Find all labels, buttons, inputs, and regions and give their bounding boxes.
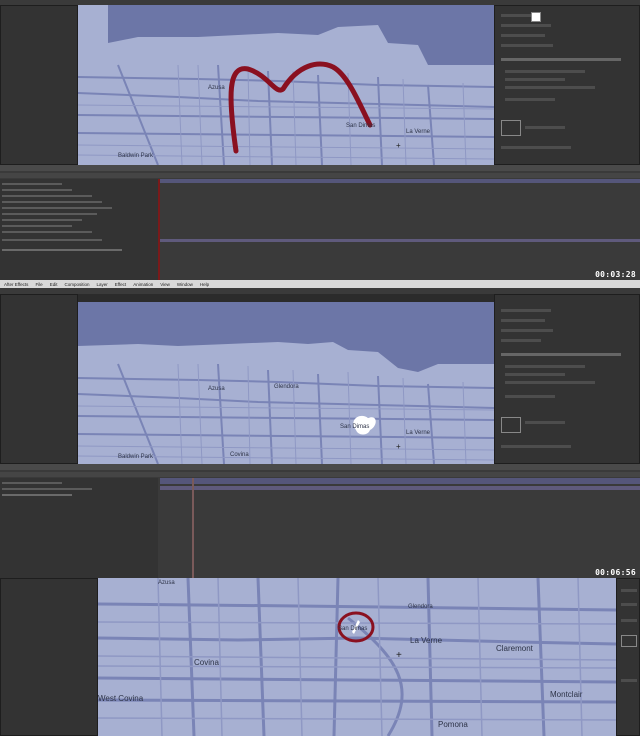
map-label: San Dimas xyxy=(340,424,370,430)
map-label: Glendora xyxy=(274,384,299,390)
effects-panel[interactable] xyxy=(494,5,640,165)
map-label: Baldwin Park xyxy=(118,454,154,460)
menu-effect[interactable]: Effect xyxy=(115,282,126,287)
map-label: San Dimas xyxy=(346,123,376,129)
current-time-indicator[interactable] xyxy=(192,478,194,578)
layer-list[interactable] xyxy=(0,478,158,578)
crosshair-icon: + xyxy=(396,141,401,150)
menu-window[interactable]: Window xyxy=(177,282,193,287)
current-time-indicator[interactable] xyxy=(158,179,160,280)
map-label: Claremont xyxy=(496,644,533,653)
map-label: La Verne xyxy=(406,129,431,135)
map-label: Azusa xyxy=(208,85,225,91)
composition-viewer[interactable]: Azusa Glendora San Dimas La Verne Clarem… xyxy=(98,578,616,736)
timeline-tabs[interactable] xyxy=(0,464,640,470)
effects-panel[interactable] xyxy=(494,294,640,464)
composition-viewer[interactable]: Azusa Glendora San Dimas La Verne Covina… xyxy=(78,302,494,464)
menu-animation[interactable]: Animation xyxy=(133,282,153,287)
menu-help[interactable]: Help xyxy=(200,282,209,287)
map-canvas xyxy=(98,578,616,736)
map-label: Azusa xyxy=(208,386,225,392)
map-label: West Covina xyxy=(98,694,144,703)
menu-app[interactable]: After Effects xyxy=(4,282,28,287)
menu-layer[interactable]: Layer xyxy=(96,282,107,287)
timeline-toolbar[interactable] xyxy=(0,472,640,477)
menu-edit[interactable]: Edit xyxy=(50,282,58,287)
layer-duration-bar[interactable] xyxy=(160,486,640,490)
menu-bar: After Effects File Edit Composition Laye… xyxy=(0,280,640,288)
project-panel[interactable] xyxy=(0,294,78,464)
video-timecode: 00:06:56 xyxy=(595,568,636,577)
project-panel[interactable] xyxy=(0,578,98,736)
timeline-tabs[interactable] xyxy=(0,165,640,171)
menu-view[interactable]: View xyxy=(160,282,170,287)
map-label: Montclair xyxy=(550,690,583,699)
map-label: San Dimas xyxy=(338,626,368,632)
project-panel[interactable] xyxy=(0,5,78,165)
map-label: La Verne xyxy=(406,430,431,436)
color-swatch[interactable] xyxy=(531,12,541,22)
align-grid[interactable] xyxy=(501,120,521,136)
crosshair-icon: + xyxy=(396,442,401,451)
map-label: Azusa xyxy=(158,580,175,586)
align-grid[interactable] xyxy=(621,635,637,647)
frame-2: After Effects File Edit Composition Laye… xyxy=(0,280,640,578)
timeline-toolbar[interactable] xyxy=(0,173,640,178)
menu-file[interactable]: File xyxy=(35,282,42,287)
map-label: Glendora xyxy=(408,604,433,610)
align-grid[interactable] xyxy=(501,417,521,433)
frame-1: Azusa San Dimas La Verne Baldwin Park + xyxy=(0,0,640,280)
timeline-panel[interactable] xyxy=(0,165,640,280)
map-canvas xyxy=(78,302,494,464)
map-label: Covina xyxy=(194,658,219,667)
frame-3: Azusa Glendora San Dimas La Verne Clarem… xyxy=(0,578,640,736)
layer-duration-bar[interactable] xyxy=(160,239,640,242)
layer-list[interactable] xyxy=(0,179,158,280)
crosshair-icon: + xyxy=(396,650,402,661)
map-label: Pomona xyxy=(438,720,468,729)
timeline-panel[interactable] xyxy=(0,464,640,578)
work-area-bar[interactable] xyxy=(160,179,640,183)
map-label: Covina xyxy=(230,452,249,458)
composition-viewer[interactable]: Azusa San Dimas La Verne Baldwin Park + xyxy=(78,5,494,165)
work-area-bar[interactable] xyxy=(160,478,640,484)
menu-composition[interactable]: Composition xyxy=(64,282,89,287)
video-timecode: 00:03:28 xyxy=(595,270,636,279)
map-canvas xyxy=(78,5,494,165)
map-label: Baldwin Park xyxy=(118,153,154,159)
effects-panel[interactable] xyxy=(616,578,640,736)
map-label: La Verne xyxy=(410,636,443,645)
